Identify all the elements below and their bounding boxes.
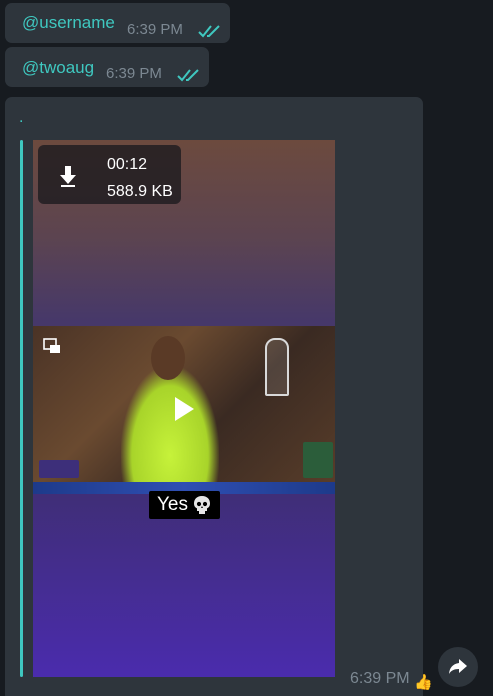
video-caption: Yes (149, 491, 220, 519)
video-preview[interactable]: Yes 00:12 588.9 KB (33, 140, 335, 677)
channel-logo-right (303, 442, 333, 478)
mention-link[interactable]: @username (22, 13, 115, 33)
message-time: 6:39 PM (106, 65, 162, 82)
forward-button[interactable] (438, 647, 478, 687)
video-size: 588.9 KB (107, 183, 173, 200)
video-frame (33, 326, 335, 494)
double-check-icon (177, 69, 199, 82)
message-bubble[interactable]: @twoaug 6:39 PM (5, 47, 209, 87)
reaction-thumbs-up[interactable]: 👍 (414, 674, 433, 692)
message-text: . (19, 109, 24, 126)
message-time: 6:39 PM (350, 670, 410, 687)
quote-bar (20, 140, 23, 677)
skull-icon (194, 495, 210, 514)
play-icon[interactable] (173, 396, 195, 422)
mention-link[interactable]: @twoaug (22, 58, 94, 78)
double-check-icon (198, 25, 220, 38)
message-time: 6:39 PM (127, 21, 183, 38)
lantern-image (265, 338, 289, 396)
picture-in-picture-icon[interactable] (43, 338, 61, 354)
forward-icon (449, 659, 467, 674)
presenter-image (121, 366, 219, 494)
video-duration: 00:12 (107, 156, 148, 173)
channel-logo (39, 460, 79, 478)
message-bubble[interactable]: @username 6:39 PM (5, 3, 230, 43)
download-info[interactable]: 00:12 588.9 KB (38, 145, 181, 204)
presenter-head (151, 336, 185, 380)
download-icon[interactable] (58, 165, 78, 187)
caption-text: Yes (157, 494, 188, 515)
